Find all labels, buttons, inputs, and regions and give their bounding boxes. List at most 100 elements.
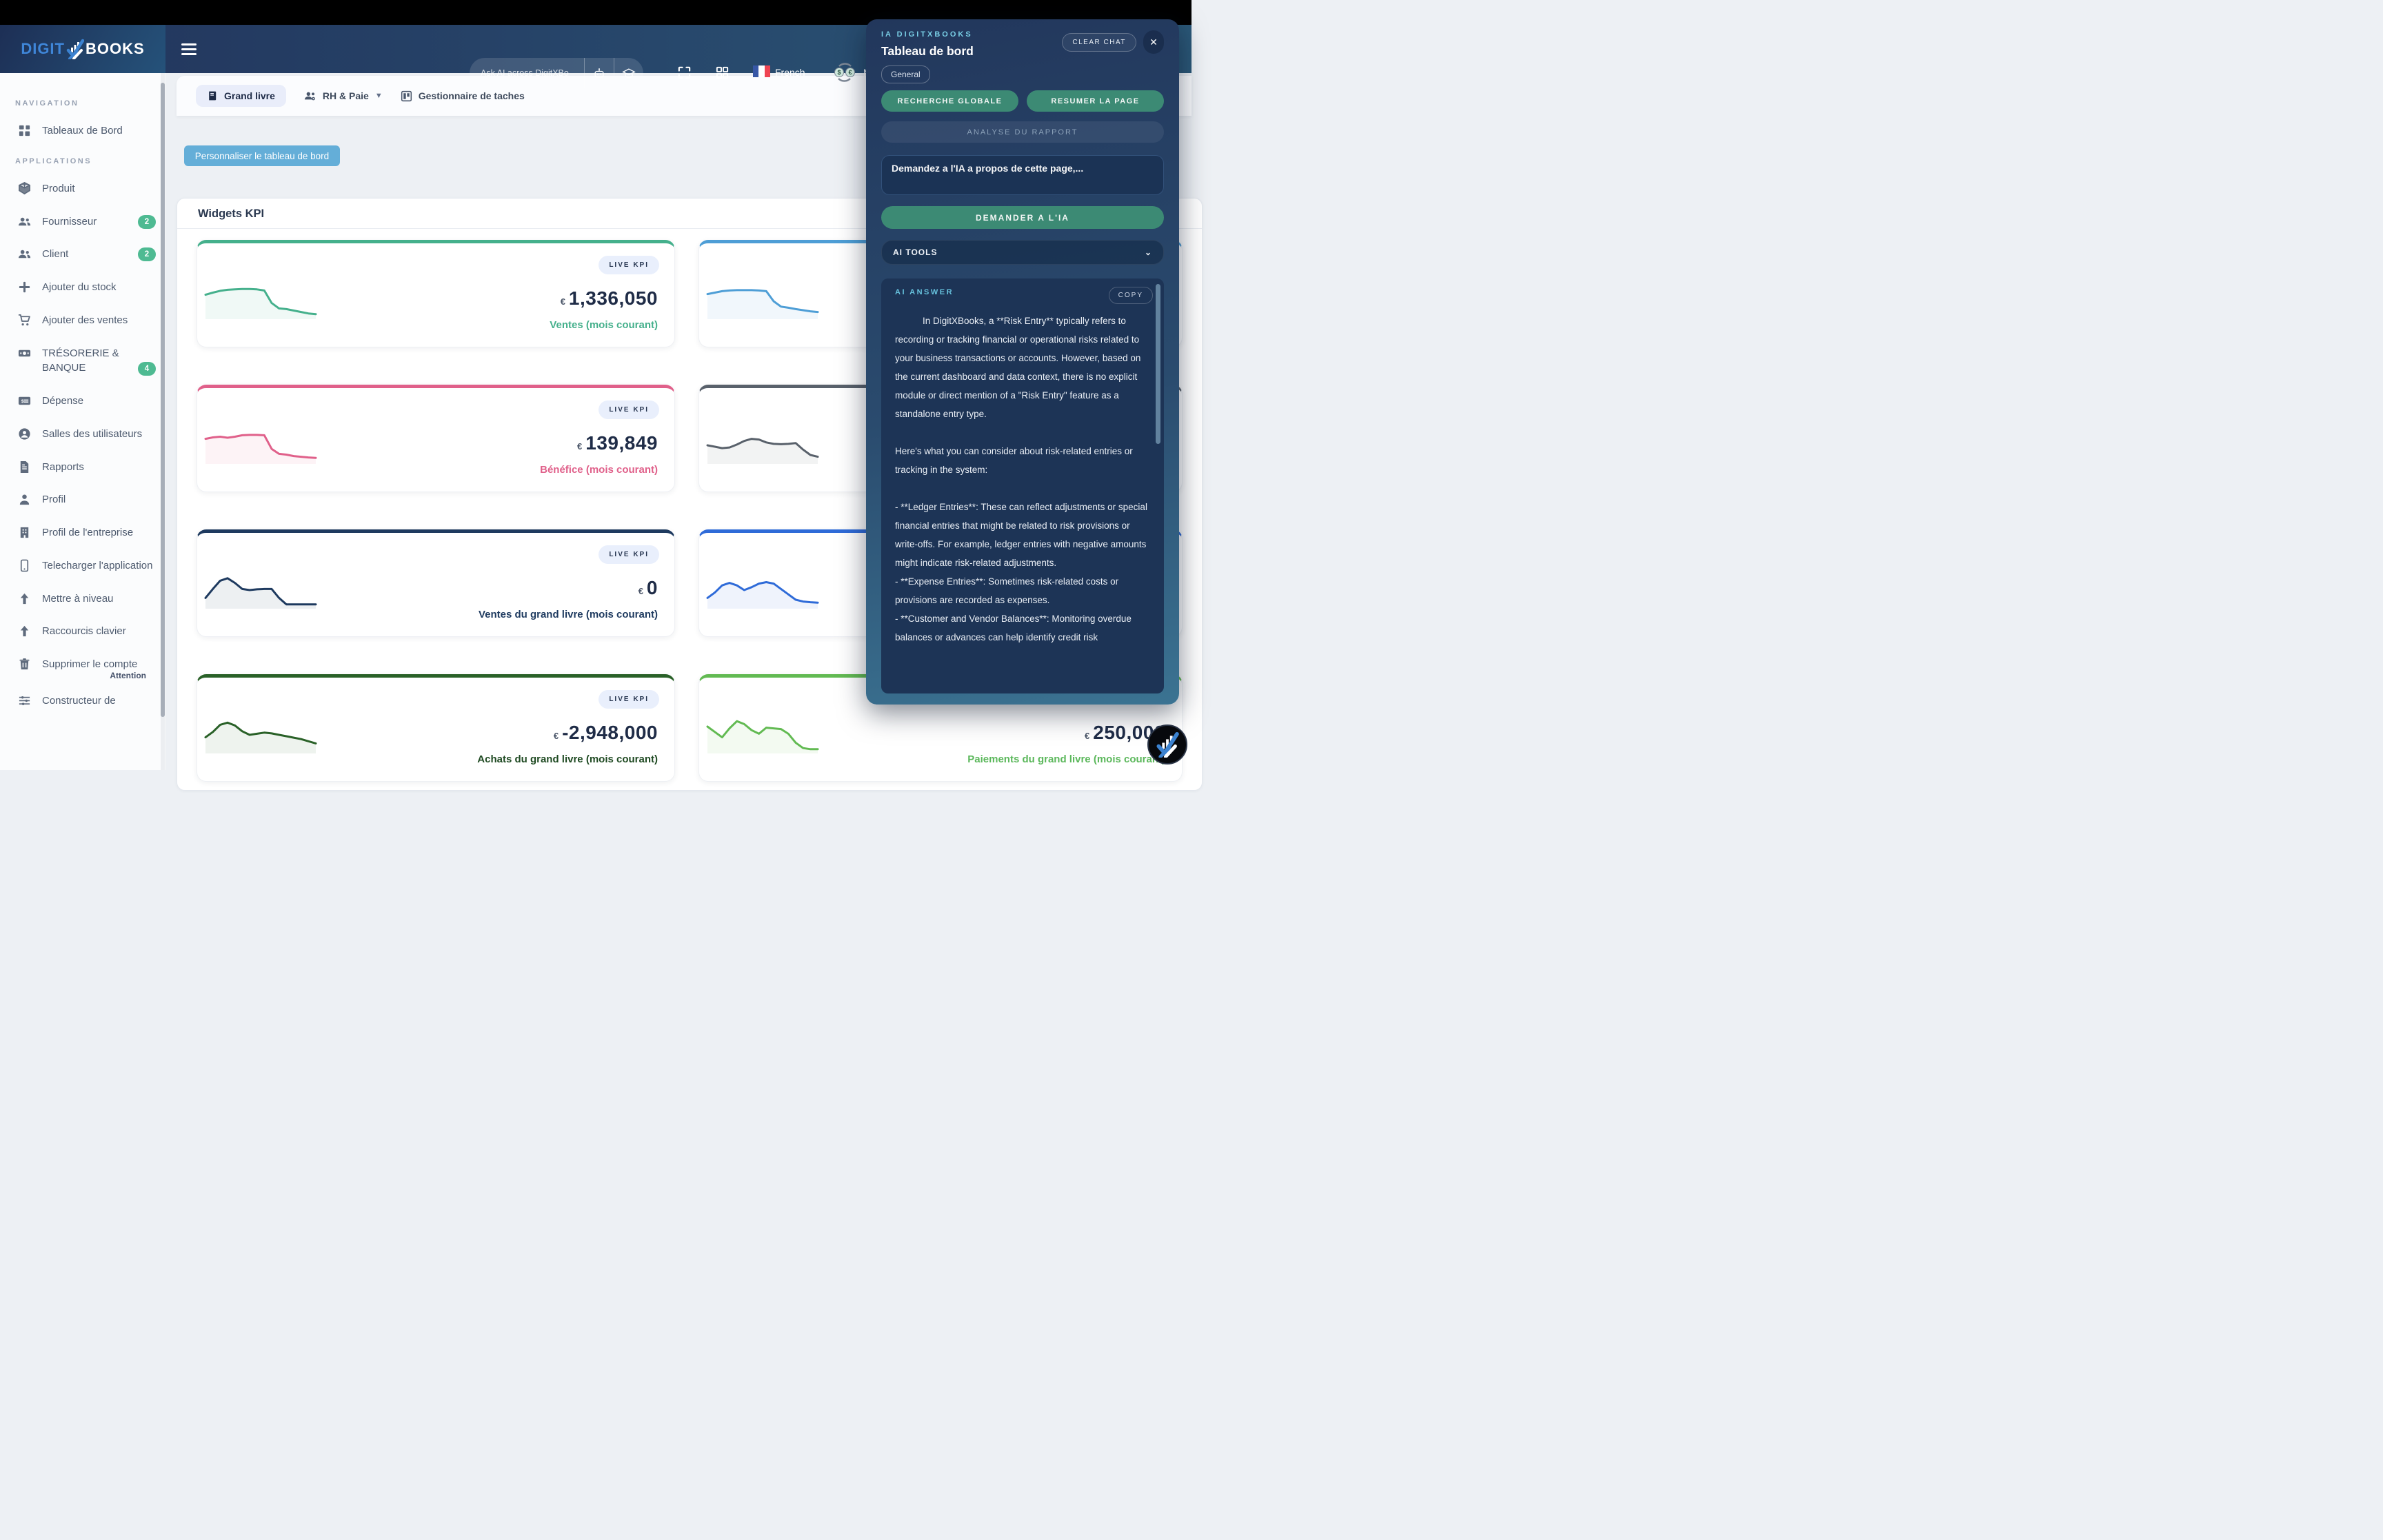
french-flag-icon[interactable] — [753, 65, 770, 77]
sparkline-chart — [205, 283, 316, 319]
sidebar-item-label: TRÉSORERIE & BANQUE — [42, 346, 127, 376]
kpi-value: €-2,948,000 — [554, 722, 658, 744]
general-tag[interactable]: General — [881, 65, 930, 83]
live-kpi-badge: LIVE KPI — [599, 545, 659, 564]
sidebar-item-supprimer-le-compte[interactable]: Supprimer le compte — [0, 648, 165, 675]
kpi-card-achats-grand-livre: LIVE KPI €-2,948,000 Achats du grand liv… — [197, 674, 675, 782]
ai-answer-text: In DigitXBooks, a **Risk Entry** typical… — [895, 312, 1150, 647]
kpi-label: Achats du grand livre (mois courant) — [477, 753, 658, 765]
ask-ai-search-input[interactable] — [470, 58, 584, 88]
global-search-button[interactable]: RECHERCHE GLOBALE — [881, 90, 1018, 112]
sidebar-item-depense[interactable]: $ Dépense — [0, 385, 165, 418]
sidebar-item-label: Rapports — [42, 460, 156, 475]
tab-label: Gestionnaire de taches — [419, 90, 525, 101]
sidebar-item-ajouter-du-stock[interactable]: Ajouter du stock — [0, 271, 165, 304]
sidebar-item-label: Ajouter du stock — [42, 280, 156, 295]
sidebar-item-profil[interactable]: Profil — [0, 483, 165, 516]
sidebar-item-fournisseur[interactable]: Fournisseur 2 — [0, 205, 165, 239]
sidebar-item-label: Ajouter des ventes — [42, 313, 156, 328]
kpi-value: €1,336,050 — [561, 287, 658, 310]
document-icon — [18, 460, 31, 474]
kpi-card-ventes: LIVE KPI €1,336,050 Ventes (mois courant… — [197, 240, 675, 347]
ai-tools-label: AI TOOLS — [893, 247, 937, 257]
ask-ai-search — [470, 58, 643, 88]
ai-panel-kicker: IA DIGITXBOOKS — [881, 30, 974, 39]
sidebar-item-mettre-a-niveau[interactable]: Mettre à niveau — [0, 582, 165, 616]
kpi-value: €139,849 — [577, 432, 658, 454]
sidebar-item-ajouter-des-ventes[interactable]: Ajouter des ventes — [0, 304, 165, 337]
copy-button[interactable]: COPY — [1109, 287, 1153, 304]
ask-ai-button[interactable]: DEMANDER A L'IA — [881, 206, 1164, 229]
close-icon[interactable]: ✕ — [1143, 30, 1164, 54]
trash-icon — [18, 658, 31, 671]
chevron-down-icon: ▼ — [375, 92, 383, 100]
sidebar-section-navigation: NAVIGATION — [15, 99, 165, 108]
tab-rh-paie[interactable]: RH & Paie ▼ — [304, 90, 383, 102]
sidebar-item-produit[interactable]: Produit — [0, 172, 165, 205]
svg-text:€: € — [848, 69, 852, 76]
ai-robot-icon[interactable] — [584, 58, 614, 88]
logo-x-check-icon — [66, 39, 84, 59]
customize-dashboard-button[interactable]: Personnaliser le tableau de bord — [184, 145, 340, 166]
sidebar-item-label: Telecharger l'application — [42, 558, 156, 574]
tab-grand-livre[interactable]: Grand livre — [196, 85, 286, 107]
sidebar-item-tresorerie-banque[interactable]: TRÉSORERIE & BANQUE 4 — [0, 337, 165, 385]
kanban-board-icon — [401, 90, 412, 102]
kpi-card-benefice: LIVE KPI €139,849 Bénéfice (mois courant… — [197, 385, 675, 492]
fullscreen-icon[interactable] — [676, 65, 692, 81]
summarize-page-button[interactable]: RESUMER LA PAGE — [1027, 90, 1164, 112]
ai-chat-fab[interactable] — [1147, 725, 1187, 764]
sparkline-chart — [205, 428, 316, 464]
clear-chat-button[interactable]: CLEAR CHAT — [1062, 33, 1136, 52]
phone-icon — [18, 559, 31, 572]
ai-tools-dropdown[interactable]: AI TOOLS ⌄ — [881, 240, 1164, 265]
report-analysis-button[interactable]: ANALYSE DU RAPPORT — [881, 121, 1164, 143]
sidebar-item-label: Produit — [42, 181, 156, 196]
sidebar-item-label: Tableaux de Bord — [42, 123, 156, 139]
svg-text:$: $ — [21, 399, 24, 404]
banknote-icon — [18, 347, 31, 360]
arrow-up-icon — [18, 592, 31, 605]
sidebar-item-label: Mettre à niveau — [42, 591, 156, 607]
cart-icon — [18, 314, 31, 327]
live-kpi-badge: LIVE KPI — [599, 256, 659, 274]
sidebar-item-label: Salles des utilisateurs — [42, 427, 156, 442]
sidebar-item-raccourcis-clavier[interactable]: Raccourcis clavier — [0, 615, 165, 648]
sidebar-item-profil-entreprise[interactable]: Profil de l'entreprise — [0, 516, 165, 549]
app-logo[interactable]: DIGIT BOOKS — [0, 25, 165, 73]
sparkline-chart — [205, 718, 316, 753]
ai-assistant-panel: IA DIGITXBOOKS Tableau de bord CLEAR CHA… — [866, 19, 1179, 705]
sidebar-item-client[interactable]: Client 2 — [0, 238, 165, 271]
sidebar-item-label: Constructeur de — [42, 693, 156, 709]
tab-gestionnaire-de-taches[interactable]: Gestionnaire de taches — [401, 90, 525, 102]
box-icon — [18, 182, 31, 195]
ai-panel-title: Tableau de bord — [881, 44, 974, 59]
sidebar-scrollbar — [161, 73, 165, 770]
sidebar-item-label: Fournisseur — [42, 214, 127, 230]
sidebar-item-label: Client — [42, 247, 127, 262]
sidebar-item-tableaux-de-bord[interactable]: Tableaux de Bord — [0, 114, 165, 148]
sidebar-item-label: Profil — [42, 492, 156, 507]
logo-text-2: BOOKS — [86, 40, 145, 58]
sparkline-chart — [707, 283, 818, 319]
learn-graduation-cap-icon[interactable] — [614, 58, 643, 88]
sidebar-scrollbar-thumb[interactable] — [161, 83, 165, 717]
answer-paragraph: In DigitXBooks, a **Risk Entry** typical… — [895, 312, 1150, 423]
answer-scrollbar-thumb[interactable] — [1156, 284, 1160, 444]
chevron-down-icon: ⌄ — [1145, 247, 1152, 257]
sidebar-item-constructeur-de[interactable]: Constructeur de — [0, 685, 165, 718]
sidebar-item-salles-des-utilisateurs[interactable]: Salles des utilisateurs — [0, 418, 165, 451]
tab-label: Grand livre — [224, 90, 275, 101]
kpi-card-ventes-grand-livre: LIVE KPI €0 Ventes du grand livre (mois … — [197, 529, 675, 637]
building-icon — [18, 526, 31, 539]
ai-question-input[interactable] — [881, 155, 1164, 195]
apps-grid-icon[interactable] — [714, 65, 730, 81]
logo-text: DIGIT — [21, 40, 65, 58]
sidebar-item-telecharger-application[interactable]: Telecharger l'application — [0, 549, 165, 582]
sparkline-chart — [205, 573, 316, 609]
menu-hamburger-icon[interactable] — [181, 40, 198, 58]
currency-exchange-icon[interactable]: $ € — [833, 61, 856, 84]
language-label[interactable]: French — [775, 67, 805, 78]
kpi-label: Ventes (mois courant) — [550, 319, 658, 331]
sidebar-item-rapports[interactable]: Rapports — [0, 451, 165, 484]
